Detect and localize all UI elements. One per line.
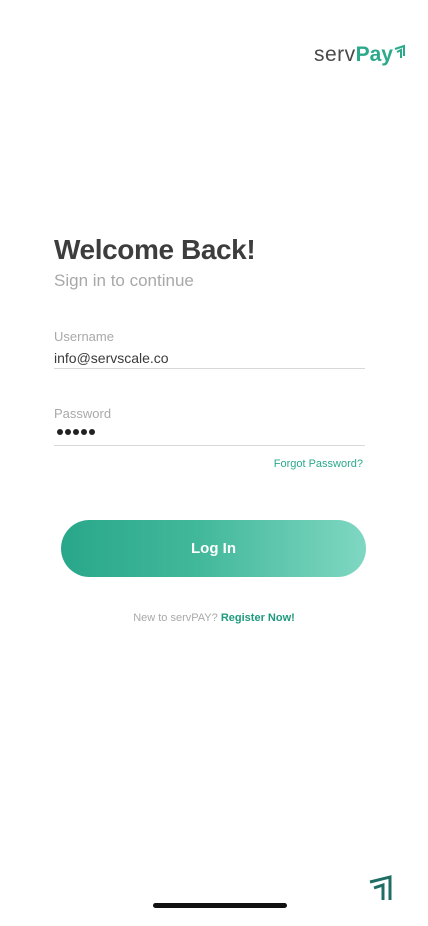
password-input[interactable] (54, 429, 365, 435)
forgot-password-link[interactable]: Forgot Password? (274, 458, 363, 470)
login-screen: serv Pay Welcome Back! Sign in to contin… (0, 0, 428, 926)
page-subtitle: Sign in to continue (54, 271, 194, 290)
arrow-up-right-icon (394, 44, 405, 58)
login-button[interactable]: Log In (61, 520, 366, 577)
page-title: Welcome Back! (54, 234, 256, 265)
register-prompt-text: New to servPAY? (133, 612, 218, 624)
register-prompt: New to servPAY? Register Now! (0, 612, 428, 624)
username-label: Username (54, 329, 114, 344)
password-label: Password (54, 406, 112, 421)
username-field[interactable]: Username (54, 329, 365, 369)
username-input[interactable] (54, 348, 365, 368)
servpay-logo: serv Pay (314, 40, 406, 68)
home-indicator (153, 903, 287, 908)
servpay-mark-icon (369, 875, 392, 900)
password-field[interactable]: Password (54, 406, 365, 446)
password-dot (81, 429, 87, 435)
password-dot (57, 429, 63, 435)
password-dot (89, 429, 95, 435)
password-dot (73, 429, 79, 435)
logo-text-serv: serv (313, 43, 356, 66)
logo-text-pay: Pay (355, 43, 393, 66)
password-dot (65, 429, 71, 435)
register-link[interactable]: Register Now! (221, 612, 295, 624)
